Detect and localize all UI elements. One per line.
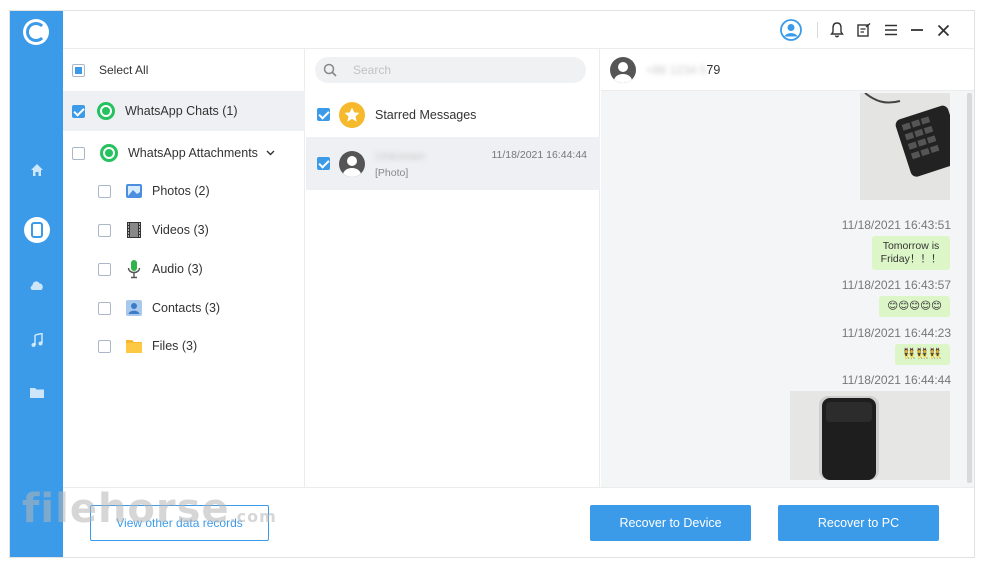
conversation-panel: +86 1234 5 79 11/18/2021 16:43:51 Tomorr… [601,49,974,487]
message-time: 11/18/2021 16:43:57 [841,278,951,292]
category-whatsapp-attachments[interactable]: WhatsApp Attachments [63,133,305,173]
search-box[interactable] [315,57,586,83]
photo-message[interactable] [790,391,950,480]
chat-list-panel: Starred Messages Unknown 11/18/2021 16:4… [306,49,600,487]
microphone-icon [125,259,143,279]
close-icon[interactable] [935,19,951,41]
chat-item-starred[interactable]: Starred Messages [306,92,600,137]
category-label: Photos (2) [152,184,210,198]
chat-preview: [Photo] [375,166,409,179]
recover-to-device-button[interactable]: Recover to Device [590,505,751,541]
category-label: WhatsApp Attachments [128,146,258,160]
photos-icon [125,182,143,200]
category-label: Audio (3) [152,262,203,276]
category-label: Videos (3) [152,223,209,237]
category-label: WhatsApp Chats (1) [125,104,238,118]
chat-item-contact[interactable]: Unknown 11/18/2021 16:44:44 [Photo] [306,137,600,190]
category-photos[interactable]: Photos (2) [63,171,305,211]
left-rail [10,11,63,557]
category-label: Contacts (3) [152,301,221,315]
category-contacts[interactable]: Contacts (3) [63,288,305,328]
category-audio[interactable]: Audio (3) [63,249,305,289]
category-label: Files (3) [152,339,198,353]
conversation-header: +86 1234 5 79 [601,49,974,91]
category-videos[interactable]: Videos (3) [63,210,305,250]
category-files[interactable]: Files (3) [63,326,305,366]
phone-icon[interactable] [10,212,63,248]
category-checkbox[interactable] [98,262,111,276]
category-checkbox[interactable] [98,223,111,237]
photo-message[interactable] [860,93,950,200]
message-time: 11/18/2021 16:43:51 [841,218,951,232]
view-other-records-button[interactable]: View other data records [90,505,269,541]
select-all-checkbox[interactable] [72,63,85,77]
message-bubble: 😊😊😊😊😊 [879,296,950,317]
contact-avatar [610,56,636,83]
recover-to-pc-button[interactable]: Recover to PC [778,505,939,541]
message-time: 11/18/2021 16:44:44 [841,373,951,387]
category-whatsapp-chats[interactable]: WhatsApp Chats (1) [63,91,305,131]
category-checkbox[interactable] [98,301,111,315]
category-panel: Select All WhatsApp Chats (1) WhatsApp A… [63,49,305,487]
bell-icon[interactable] [829,19,845,41]
user-icon[interactable] [780,19,802,41]
app-logo-icon [23,19,49,45]
message-time: 11/18/2021 16:44:23 [841,326,951,340]
feedback-icon[interactable] [856,19,872,41]
conversation-scrollbar[interactable] [967,93,972,483]
folder-icon [125,338,143,354]
chat-checkbox[interactable] [317,108,330,121]
chat-name: Unknown [375,148,426,163]
search-icon [323,63,337,77]
videos-icon [125,221,143,239]
chevron-down-icon[interactable] [266,150,275,156]
contact-avatar [339,150,365,177]
category-checkbox[interactable] [98,184,111,198]
home-icon[interactable] [10,152,63,188]
whatsapp-icon [100,144,118,162]
contact-number-suffix: 79 [706,62,721,77]
music-icon[interactable] [10,322,63,358]
chat-name: Starred Messages [375,107,477,122]
cloud-icon[interactable] [10,267,63,303]
message-bubble: 👯👯👯 [894,344,950,365]
message-bubble: Tomorrow is Friday！！！ [872,236,950,270]
contact-number-hidden: +86 1234 5 [646,62,707,77]
action-bar: View other data records Recover to Devic… [63,487,974,557]
select-all-label: Select All [99,63,149,77]
title-bar [63,11,974,49]
search-input[interactable] [353,63,553,77]
folder-icon[interactable] [10,374,63,410]
chat-checkbox[interactable] [317,157,330,170]
app-window: Select All WhatsApp Chats (1) WhatsApp A… [9,10,975,558]
category-checkbox[interactable] [72,104,85,118]
star-icon [339,101,365,128]
chat-time: 11/18/2021 16:44:44 [491,148,587,161]
whatsapp-icon [97,102,115,120]
contacts-icon [125,299,143,317]
menu-icon[interactable] [883,19,899,41]
category-checkbox[interactable] [72,146,85,160]
select-all-row[interactable]: Select All [63,50,305,90]
category-checkbox[interactable] [98,339,111,353]
minimize-icon[interactable] [909,19,925,41]
